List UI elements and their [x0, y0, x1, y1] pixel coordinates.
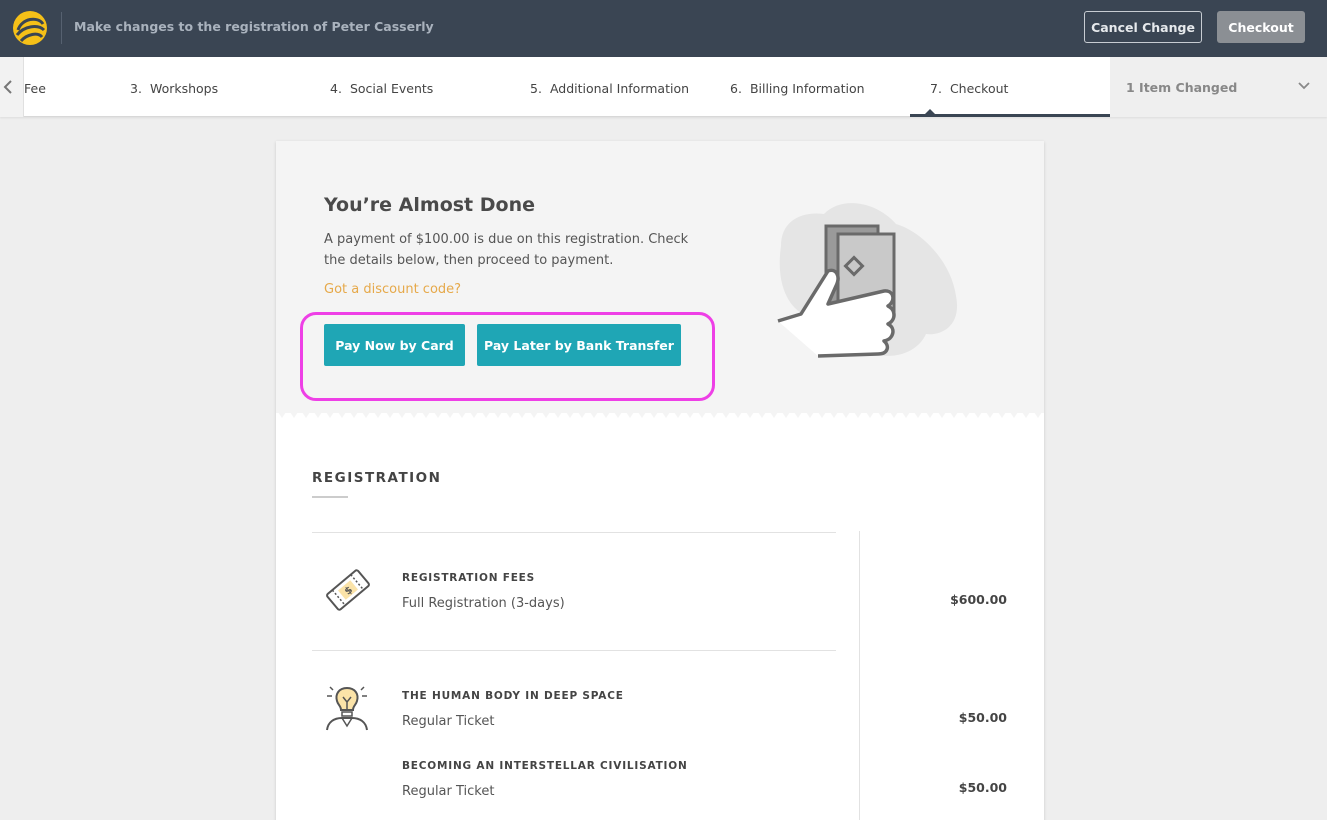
checkout-button[interactable]: Checkout	[1217, 11, 1305, 43]
step-number: 4.	[330, 81, 342, 96]
step-social-events[interactable]: 4. Social Events	[330, 81, 433, 96]
payment-heading: You’re Almost Done	[324, 194, 535, 216]
ticket-icon: $	[326, 569, 370, 611]
step-nav: Fee 3. Workshops 4. Social Events 5. Additi…	[0, 57, 1327, 117]
discount-code-link[interactable]: Got a discount code?	[324, 282, 461, 297]
item-price: $50.00	[958, 710, 1007, 725]
chevron-down-icon	[1298, 82, 1310, 90]
topbar-divider	[61, 12, 62, 44]
item-subtitle: Regular Ticket	[402, 714, 495, 729]
step-number: 3.	[130, 81, 142, 96]
lightbulb-person-icon	[326, 686, 368, 731]
chevron-left-icon	[3, 80, 12, 94]
item-title: REGISTRATION FEES	[402, 572, 536, 584]
row-divider	[312, 532, 836, 533]
item-title: BECOMING AN INTERSTELLAR CIVILISATION	[402, 760, 688, 772]
item-subtitle: Regular Ticket	[402, 784, 495, 799]
step-checkout[interactable]: 7. Checkout	[930, 81, 1008, 96]
step-additional-information[interactable]: 5. Additional Information	[530, 81, 689, 96]
row-divider	[312, 650, 836, 651]
section-title-underline	[312, 496, 348, 498]
step-label: Checkout	[949, 81, 1009, 96]
pay-later-bank-transfer-button[interactable]: Pay Later by Bank Transfer	[477, 324, 681, 366]
item-price: $600.00	[950, 592, 1007, 607]
items-changed-label: 1 Item Changed	[1126, 80, 1238, 95]
price-column-divider	[859, 531, 860, 820]
payment-description: A payment of $100.00 is due on this regi…	[324, 232, 689, 268]
step-label: Fee	[24, 81, 46, 96]
cancel-change-button[interactable]: Cancel Change	[1084, 11, 1202, 43]
active-step-indicator	[910, 114, 1110, 117]
pay-now-by-card-button[interactable]: Pay Now by Card	[324, 324, 465, 366]
page-title: Make changes to the registration of Pete…	[74, 19, 434, 34]
item-subtitle: Full Registration (3-days)	[402, 596, 565, 611]
step-prev-button[interactable]	[0, 57, 24, 117]
step-label: Additional Information	[549, 81, 690, 96]
item-price: $50.00	[958, 780, 1007, 795]
step-label: Social Events	[349, 81, 434, 96]
step-number: 6.	[730, 81, 742, 96]
step-label: Billing Information	[749, 81, 865, 96]
items-changed-dropdown[interactable]: 1 Item Changed	[1110, 57, 1327, 117]
checkout-card: You’re Almost Done A payment of $100.00 …	[276, 141, 1044, 820]
zigzag-divider	[276, 409, 1044, 418]
step-workshops[interactable]: 3. Workshops	[130, 81, 218, 96]
top-bar: Make changes to the registration of Pete…	[0, 0, 1327, 57]
active-step-caret	[925, 109, 935, 114]
app-logo-icon[interactable]	[12, 10, 48, 46]
item-title: THE HUMAN BODY IN DEEP SPACE	[402, 690, 624, 702]
hand-holding-card-icon	[777, 203, 958, 358]
step-number: 5.	[530, 81, 542, 96]
step-number: 7.	[930, 81, 942, 96]
registration-section-title: REGISTRATION	[312, 470, 442, 486]
step-billing-information[interactable]: 6. Billing Information	[730, 81, 865, 96]
step-fee[interactable]: Fee	[24, 81, 46, 96]
step-label: Workshops	[149, 81, 219, 96]
